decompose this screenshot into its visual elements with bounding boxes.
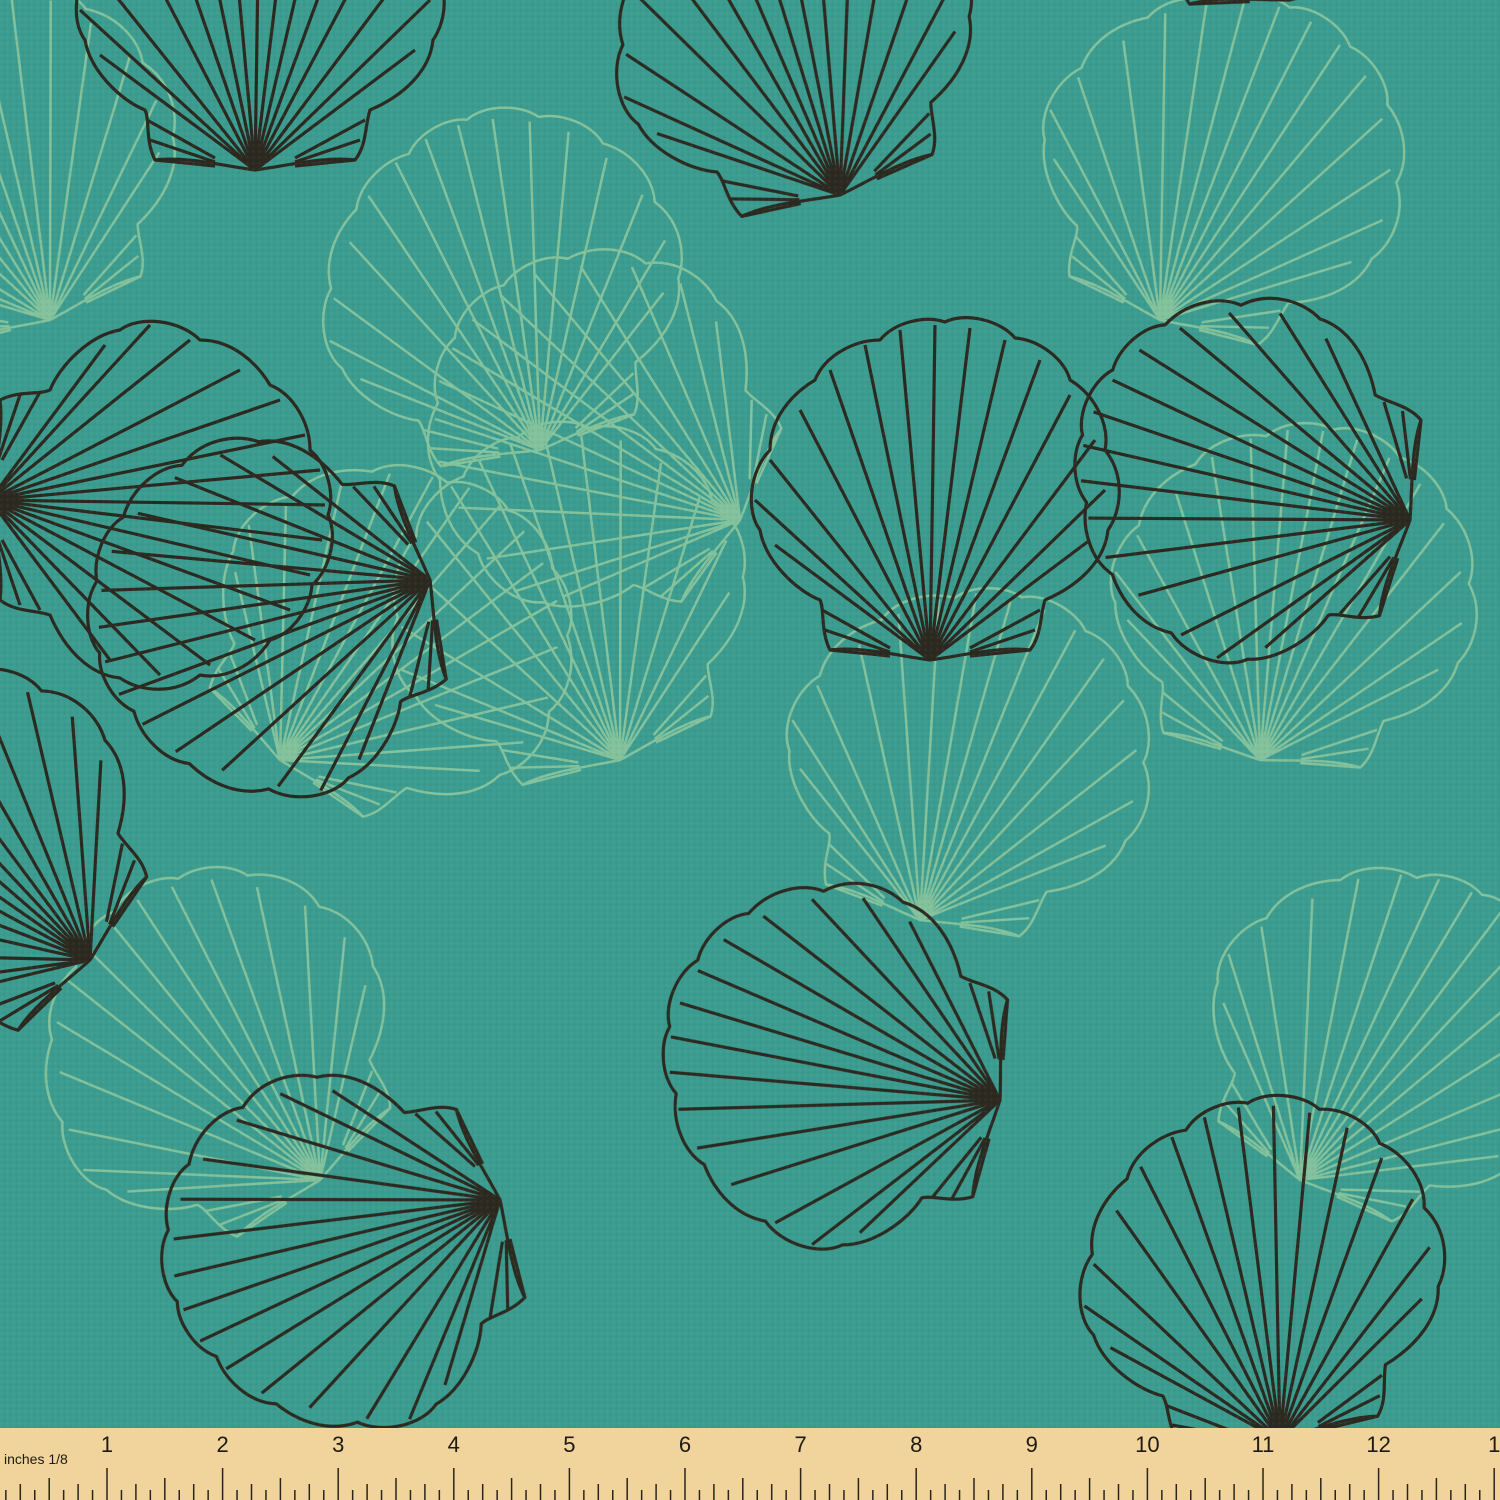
ruler-number: 2 [216, 1432, 228, 1457]
ruler-number: 9 [1026, 1432, 1038, 1457]
ruler-number: 1 [1488, 1432, 1500, 1457]
ruler-number: 8 [910, 1432, 922, 1457]
seashell-fabric-pattern [0, 0, 1500, 1428]
ruler-number: 3 [332, 1432, 344, 1457]
ruler-number: 11 [1252, 1432, 1275, 1457]
measuring-ruler: 1 2 3 4 5 6 7 8 9 10 11 12 1 inches 1/8 [0, 1428, 1500, 1500]
ruler-number: 1 [101, 1432, 113, 1457]
ruler-number: 5 [563, 1432, 575, 1457]
ruler-number: 10 [1135, 1432, 1159, 1457]
ruler-number: 12 [1366, 1432, 1390, 1457]
canvas-weave-texture [0, 0, 1500, 1428]
ruler-number: 7 [794, 1432, 806, 1457]
ruler-unit-label: inches 1/8 [4, 1451, 68, 1467]
ruler-number: 4 [448, 1432, 460, 1457]
ruler-number: 6 [679, 1432, 691, 1457]
